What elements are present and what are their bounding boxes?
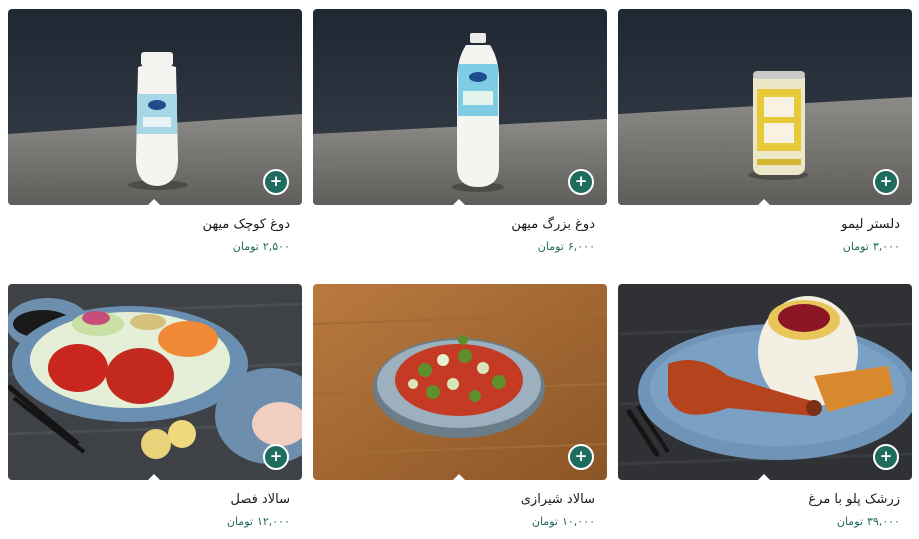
- photo-notch: [148, 199, 160, 205]
- add-to-cart-button[interactable]: +: [873, 169, 899, 195]
- menu-item-photo[interactable]: [313, 284, 607, 480]
- menu-grid: + دوغ کوچک میهن ۲,۵۰۰تومان + دوغ بزرگ می…: [0, 0, 919, 536]
- menu-item-card[interactable]: + دوغ بزرگ میهن ۶,۰۰۰تومان: [313, 9, 607, 264]
- add-to-cart-button[interactable]: +: [873, 444, 899, 470]
- plus-icon: +: [269, 172, 283, 190]
- plus-icon: +: [269, 447, 283, 465]
- barberry-rice-chicken-plate-image: [618, 284, 912, 480]
- add-to-cart-button[interactable]: +: [568, 444, 594, 470]
- photo-notch: [758, 474, 770, 480]
- photo-notch: [758, 199, 770, 205]
- menu-item-price: ۱۰,۰۰۰تومان: [531, 515, 595, 528]
- menu-item-photo[interactable]: [8, 284, 302, 480]
- add-to-cart-button[interactable]: +: [263, 169, 289, 195]
- photo-notch: [148, 474, 160, 480]
- menu-item-photo[interactable]: [618, 284, 912, 480]
- menu-item-card[interactable]: + دوغ کوچک میهن ۲,۵۰۰تومان: [8, 9, 302, 264]
- menu-item-name: دوغ بزرگ میهن: [511, 217, 595, 232]
- photo-notch: [453, 199, 465, 205]
- menu-item-photo[interactable]: [8, 9, 302, 205]
- small-doogh-bottle-image: [8, 9, 302, 205]
- plus-icon: +: [574, 172, 588, 190]
- menu-item-price: ۶,۰۰۰تومان: [537, 240, 595, 253]
- menu-item-name: زرشک پلو با مرغ: [808, 492, 900, 507]
- add-to-cart-button[interactable]: +: [263, 444, 289, 470]
- photo-notch: [453, 474, 465, 480]
- lemon-malt-drink-can-image: [618, 9, 912, 205]
- menu-item-card[interactable]: + سالاد فصل ۱۲,۰۰۰تومان: [8, 284, 302, 539]
- shirazi-salad-bowl-image: [313, 284, 607, 480]
- menu-item-price: ۲,۵۰۰تومان: [232, 240, 290, 253]
- menu-item-card[interactable]: + زرشک پلو با مرغ ۳۹,۰۰۰تومان: [618, 284, 912, 539]
- menu-item-name: دلستر لیمو: [841, 217, 900, 232]
- plus-icon: +: [574, 447, 588, 465]
- plus-icon: +: [879, 447, 893, 465]
- menu-item-price: ۱۲,۰۰۰تومان: [226, 515, 290, 528]
- menu-item-photo[interactable]: [618, 9, 912, 205]
- menu-item-name: سالاد فصل: [230, 492, 290, 507]
- menu-item-price: ۳۹,۰۰۰تومان: [836, 515, 900, 528]
- menu-item-card[interactable]: + دلستر لیمو ۳,۰۰۰تومان: [618, 9, 912, 264]
- menu-item-card[interactable]: + سالاد شیرازی ۱۰,۰۰۰تومان: [313, 284, 607, 539]
- large-doogh-bottle-image: [313, 9, 607, 205]
- menu-item-photo[interactable]: [313, 9, 607, 205]
- menu-item-price: ۳,۰۰۰تومان: [842, 240, 900, 253]
- seasonal-salad-plate-image: [8, 284, 302, 480]
- plus-icon: +: [879, 172, 893, 190]
- menu-item-name: دوغ کوچک میهن: [202, 217, 290, 232]
- add-to-cart-button[interactable]: +: [568, 169, 594, 195]
- menu-item-name: سالاد شیرازی: [520, 492, 595, 507]
